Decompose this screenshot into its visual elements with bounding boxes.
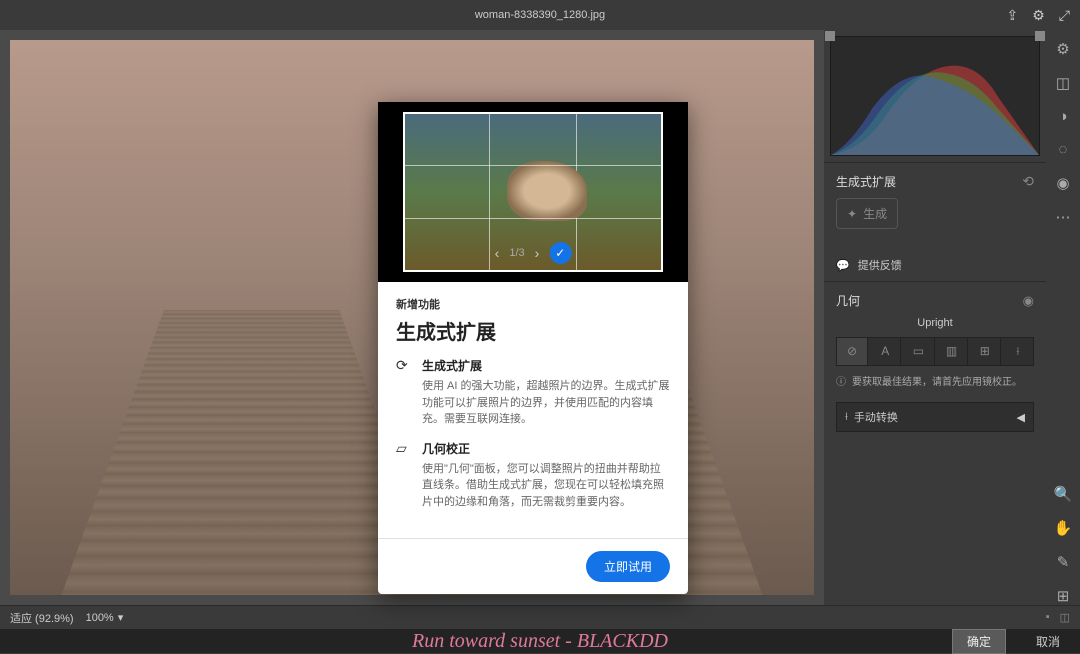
generate-icon: ⟳ (396, 357, 412, 428)
upright-off[interactable]: ⊘ (837, 338, 868, 365)
status-bar: 适应 (92.9%) 100% ▾ ▪ ◫ (0, 605, 1080, 629)
info-icon: ⓘ (836, 376, 846, 390)
tooltip-nav: ‹ 1/3 › ✓ (495, 242, 572, 264)
feature-tooltip: ‹ 1/3 › ✓ 新增功能 生成式扩展 ⟳ 生成式扩展 使用 AI 的强大功能… (378, 102, 688, 594)
next-icon[interactable]: › (535, 245, 540, 261)
try-now-button[interactable]: 立即试用 (586, 551, 670, 582)
accept-icon[interactable]: ✓ (549, 242, 571, 264)
manual-transform-row[interactable]: ⟊ 手动转换 ◀ (836, 402, 1034, 432)
upright-guided[interactable]: ⟊ (1003, 338, 1033, 365)
visibility-icon[interactable]: ◉ (1023, 293, 1034, 309)
zoom-icon[interactable]: 🔍 (1054, 485, 1073, 503)
feature-desc: 使用 AI 的强大功能，超越照片的边界。生成式扩展功能可以扩展照片的边界，并使用… (422, 378, 670, 428)
transform-icon: ⟊ (845, 411, 848, 424)
reset-icon[interactable]: ⟲ (1022, 173, 1034, 190)
heal-icon[interactable]: ◑ (1058, 108, 1067, 125)
cancel-button[interactable]: 取消 (1036, 633, 1060, 650)
feedback-link[interactable]: 💬 提供反馈 (824, 249, 1046, 281)
feature-desc: 使用"几何"面板，您可以调整照片的扭曲并帮助拉直线条。借助生成式扩展，您现在可以… (422, 461, 670, 511)
watermark: Run toward sunset - BLACKDD (412, 630, 668, 653)
tool-rail: ⚙ ◫ ◑ ◌ ◉ ⋯ 🔍 ✋ ✎ ⊞ (1046, 30, 1080, 605)
feature-item: ⟳ 生成式扩展 使用 AI 的强大功能，超越照片的边界。生成式扩展功能可以扩展照… (396, 357, 670, 428)
upright-label: Upright (836, 317, 1034, 329)
upright-full[interactable]: ⊞ (970, 338, 1001, 365)
sparkle-icon: ✦ (847, 207, 857, 221)
clip-warning-shadows[interactable] (825, 31, 835, 41)
geometry-icon: ▱ (396, 440, 412, 511)
zoom-control[interactable]: 100% ▾ (86, 611, 124, 624)
feature-item: ▱ 几何校正 使用"几何"面板，您可以调整照片的扭曲并帮助拉直线条。借助生成式扩… (396, 440, 670, 511)
sample-subject (507, 161, 587, 221)
feature-title: 几何校正 (422, 440, 670, 457)
title-bar: woman-8338390_1280.jpg ⇪ ⚙ ⤢ (0, 0, 1080, 30)
filename: woman-8338390_1280.jpg (475, 9, 605, 21)
chevron-down-icon: ▾ (118, 611, 124, 624)
nav-counter: 1/3 (509, 247, 524, 259)
prev-icon[interactable]: ‹ (495, 245, 500, 261)
adjust-icon[interactable]: ⚙ (1056, 40, 1069, 58)
sampler-icon[interactable]: ✎ (1057, 553, 1070, 571)
chat-icon: 💬 (836, 259, 850, 272)
ok-button[interactable]: 确定 (952, 629, 1006, 654)
adjustments-panel: 生成式扩展 ⟲ ✦ 生成 💬 提供反馈 几何 ◉ Upright ⊘ A ▭ ▥ (824, 30, 1046, 605)
upright-vertical[interactable]: ▥ (937, 338, 968, 365)
dialog-footer: Run toward sunset - BLACKDD 确定 取消 (0, 629, 1080, 653)
upright-auto[interactable]: A (870, 338, 901, 365)
generate-button[interactable]: ✦ 生成 (836, 198, 898, 229)
topbar-actions: ⇪ ⚙ ⤢ (1007, 7, 1071, 24)
section-title: 几何 (836, 292, 860, 309)
feature-title: 生成式扩展 (422, 357, 670, 374)
gear-icon[interactable]: ⚙ (1032, 7, 1045, 24)
preset-icon[interactable]: ⋯ (1056, 208, 1071, 226)
fit-zoom[interactable]: 适应 (92.9%) (10, 610, 74, 626)
clip-warning-highlights[interactable] (1035, 31, 1045, 41)
fullscreen-icon[interactable]: ⤢ (1059, 7, 1070, 24)
crop-icon[interactable]: ◫ (1056, 74, 1070, 92)
view-single-icon[interactable]: ▪ (1046, 611, 1050, 624)
export-icon[interactable]: ⇪ (1007, 7, 1019, 24)
crop-overlay: ‹ 1/3 › ✓ (403, 112, 663, 272)
tooltip-tag: 新增功能 (396, 296, 670, 312)
canvas[interactable]: ‹ 1/3 › ✓ 新增功能 生成式扩展 ⟳ 生成式扩展 使用 AI 的强大功能… (0, 30, 824, 605)
mask-icon[interactable]: ◌ (1059, 141, 1068, 158)
grid-icon[interactable]: ⊞ (1057, 587, 1070, 605)
gen-expand-section: 生成式扩展 ⟲ ✦ 生成 (824, 162, 1046, 239)
redeye-icon[interactable]: ◉ (1056, 174, 1069, 192)
tooltip-preview: ‹ 1/3 › ✓ (378, 102, 688, 282)
view-compare-icon[interactable]: ◫ (1060, 611, 1070, 624)
tooltip-title: 生成式扩展 (396, 316, 670, 345)
expand-icon[interactable]: ◀ (1017, 411, 1025, 424)
section-title: 生成式扩展 (836, 173, 896, 190)
upright-level[interactable]: ▭ (903, 338, 934, 365)
upright-modes: ⊘ A ▭ ▥ ⊞ ⟊ (836, 337, 1034, 366)
hand-icon[interactable]: ✋ (1054, 519, 1073, 537)
histogram[interactable] (830, 36, 1040, 156)
geometry-note: ⓘ 要获取最佳结果，请首先应用镜校正。 (836, 376, 1034, 390)
geometry-section: 几何 ◉ Upright ⊘ A ▭ ▥ ⊞ ⟊ ⓘ 要获取最佳结果，请首先应用… (824, 281, 1046, 442)
